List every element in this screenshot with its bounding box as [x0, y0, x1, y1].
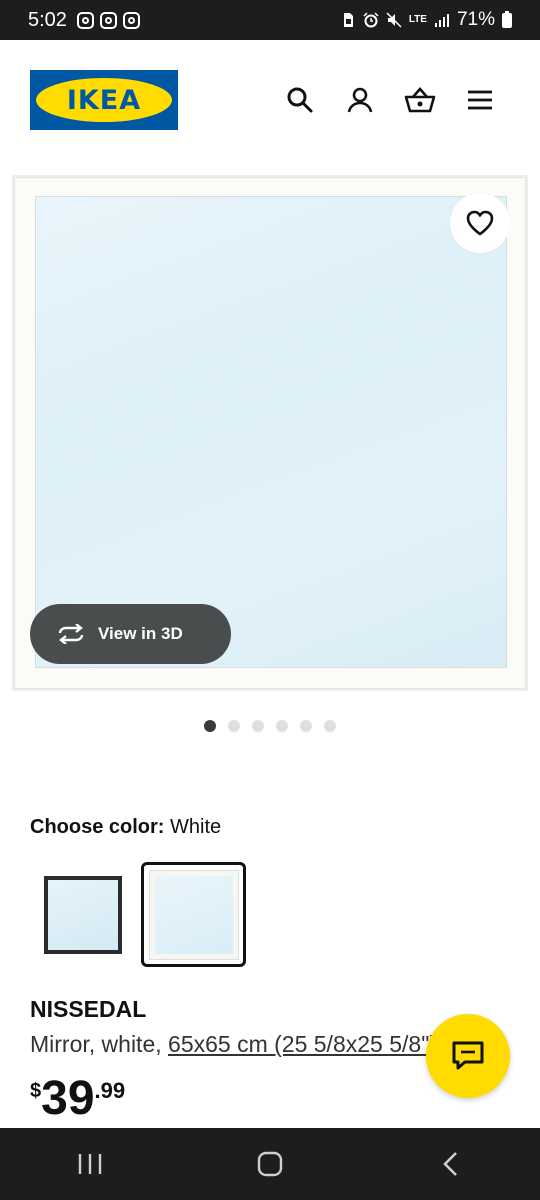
logo-text: IKEA	[66, 84, 142, 116]
chat-button[interactable]	[426, 1014, 510, 1098]
price-decimal: .99	[94, 1078, 126, 1103]
account-icon	[347, 87, 373, 113]
battery-icon	[502, 10, 512, 28]
system-navigation-bar	[0, 1128, 540, 1200]
choose-color-heading: Choose color:	[30, 816, 165, 838]
selected-color-value: White	[170, 816, 222, 838]
mute-icon	[386, 12, 402, 28]
price-integer: 39	[41, 1072, 95, 1125]
product-desc-text: Mirror, white,	[30, 1031, 169, 1057]
back-icon	[443, 1152, 457, 1176]
home-icon	[257, 1151, 283, 1177]
status-bar: 5:02 LTE 71%	[0, 0, 540, 40]
product-price: $ 39 .99	[30, 1072, 125, 1126]
recent-apps-button[interactable]	[60, 1139, 120, 1189]
instagram-icon	[76, 11, 94, 29]
basket-icon	[404, 87, 436, 113]
status-time: 5:02	[28, 8, 67, 31]
swatch-thumbnail	[43, 875, 122, 954]
carousel-dot[interactable]	[324, 720, 336, 732]
heart-icon	[466, 210, 494, 236]
lte-icon: LTE	[408, 14, 427, 25]
color-swatch-black[interactable]	[30, 862, 135, 967]
color-chooser-label: Choose color: White	[30, 816, 221, 839]
battery-percent: 71%	[456, 9, 495, 30]
logo-oval: IKEA	[36, 78, 172, 122]
menu-button[interactable]	[460, 80, 500, 120]
basket-button[interactable]	[400, 80, 440, 120]
home-button[interactable]	[240, 1139, 300, 1189]
search-icon	[287, 87, 313, 113]
view-in-3d-label: View in 3D	[98, 624, 183, 643]
carousel-dot[interactable]	[228, 720, 240, 732]
alarm-icon	[363, 12, 379, 28]
carousel-dot[interactable]	[204, 720, 216, 732]
carousel-dot[interactable]	[252, 720, 264, 732]
product-name: NISSEDAL	[30, 996, 147, 1022]
account-button[interactable]	[340, 80, 380, 120]
price-currency: $	[30, 1080, 42, 1102]
rotate-3d-icon	[58, 624, 84, 644]
search-button[interactable]	[280, 80, 320, 120]
swatch-thumbnail	[148, 869, 239, 960]
color-swatch-white[interactable]	[141, 862, 246, 967]
signal-icon	[434, 14, 449, 27]
carousel-dot[interactable]	[276, 720, 288, 732]
recent-apps-icon	[78, 1154, 102, 1174]
favorite-button[interactable]	[450, 193, 510, 253]
view-in-3d-button[interactable]: View in 3D	[30, 604, 231, 664]
chat-icon	[452, 1041, 484, 1070]
menu-icon	[468, 90, 492, 110]
mirror-glass	[35, 196, 507, 668]
product-description: Mirror, white, 65x65 cm (25 5/8x25 5/8")	[30, 1031, 450, 1058]
instagram-icon	[122, 11, 140, 29]
instagram-icon	[99, 11, 117, 29]
product-image-gallery[interactable]: View in 3D	[12, 175, 528, 691]
carousel-dots	[0, 720, 540, 732]
carousel-dot[interactable]	[300, 720, 312, 732]
sim-icon	[343, 13, 353, 27]
ikea-logo[interactable]: IKEA	[30, 70, 178, 130]
back-button[interactable]	[420, 1139, 480, 1189]
header: IKEA	[0, 40, 540, 160]
product-size-link[interactable]: 65x65 cm (25 5/8x25 5/8")	[168, 1031, 437, 1057]
